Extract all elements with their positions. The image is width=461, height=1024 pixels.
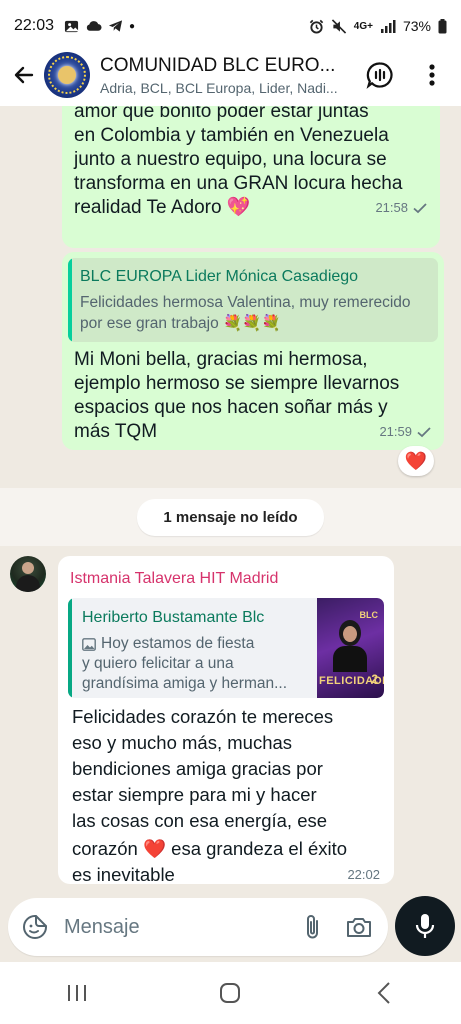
message-outgoing-reply[interactable]: BLC EUROPA Lider Mónica Casadiego Felici… [62,252,444,450]
signal-icon [380,20,396,33]
message-text: Mi Moni bella, gracias mi hermosa, [74,349,368,370]
status-time: 22:03 [14,17,55,34]
message-text: espacios que nos hacen soñar más y [74,397,388,418]
quoted-image-thumbnail: BLC FELICIDADES 2 [317,598,384,698]
chevron-left-icon [377,982,390,1004]
home-button[interactable] [200,968,260,1018]
message-text: esa grandeza el éxito [171,838,348,859]
message-text: corazón [72,838,138,859]
sticker-icon [23,915,47,939]
more-options-button[interactable] [414,57,450,93]
group-title: COMUNIDAD BLC EURO... [100,54,336,76]
message-incoming-reply[interactable]: Istmania Talavera HIT Madrid Heriberto B… [58,556,394,885]
telegram-icon [108,20,123,32]
unread-divider: 1 mensaje no leído [0,488,461,546]
paperclip-icon [307,915,318,939]
message-text: ejemplo hermoso se siempre llevarnos [74,373,400,394]
chat-area[interactable]: amor que bonito poder estar juntas en Co… [0,106,461,896]
message-composer [8,898,388,956]
battery-icon [438,18,447,33]
message-text: junto a nuestro equipo, una locura se [74,149,387,170]
system-nav-bar [0,962,461,1024]
message-text: bendiciones amiga gracias por [72,758,323,779]
group-members: Adria, BCL, BCL Europa, Lider, Nadi... [100,79,338,96]
group-avatar[interactable] [44,52,90,98]
message-text: es inevitable [72,864,175,885]
message-outgoing[interactable]: amor que bonito poder estar juntas en Co… [62,106,440,248]
sent-check-icon [413,203,427,214]
recent-apps-button[interactable] [47,968,107,1018]
notification-dot-icon: ● [129,20,136,32]
sent-check-icon [417,427,431,438]
message-text: eso y mucho más, muchas [72,732,293,753]
heart-emoji: ❤️ [142,838,167,859]
message-text: en Colombia y también en Venezuela [74,125,389,146]
message-reaction[interactable]: ❤️ [398,446,434,476]
message-text: más TQM [74,421,158,442]
thumb-brand: BLC [359,610,379,620]
chat-header-info[interactable]: COMUNIDAD BLC EURO... Adria, BCL, BCL Eu… [100,55,350,96]
message-input[interactable] [64,915,264,939]
attach-button[interactable] [298,912,328,942]
heart-emoji: 💖 [226,197,251,218]
quoted-message[interactable]: Heriberto Bustamante Blc Hoy estamos de … [68,598,384,698]
mute-icon [331,18,346,34]
quoted-text: grandísima amiga y herman... [82,675,288,692]
network-type: 4G+ [353,20,373,32]
sticker-button[interactable] [20,912,50,942]
chat-header: COMUNIDAD BLC EURO... Adria, BCL, BCL Eu… [0,44,461,106]
microphone-icon [415,914,435,938]
camera-button[interactable] [344,912,374,942]
gallery-icon [64,20,79,32]
message-text: transforma en una GRAN locura hecha [74,173,403,194]
home-icon [220,983,241,1003]
message-text: Felicidades corazón te mereces [72,706,334,727]
quoted-sender: BLC EUROPA Lider Mónica Casadiego [80,268,359,285]
more-vertical-icon [429,64,435,86]
message-text: las cosas con esa energía, ese [72,810,328,831]
message-time: 22:02 [347,867,380,882]
sender-avatar[interactable] [10,556,46,592]
quoted-sender: Heriberto Bustamante Blc [82,609,265,626]
quoted-message[interactable]: BLC EUROPA Lider Mónica Casadiego Felici… [68,258,438,342]
system-back-button[interactable] [354,968,414,1018]
camera-icon [347,918,371,937]
arrow-left-icon [14,66,34,84]
cloud-icon [86,21,102,31]
voice-record-button[interactable] [395,896,455,956]
flower-emojis: 💐💐💐 [223,315,281,332]
image-icon [82,637,96,651]
message-time: 21:59 [379,424,412,439]
sender-name[interactable]: Istmania Talavera HIT Madrid [70,566,384,592]
recent-apps-icon [67,985,86,1001]
quoted-text: Hoy estamos de fiesta [101,635,255,652]
thumb-number: 2 [371,672,378,686]
message-text: estar siempre para mi y hacer [72,784,317,805]
message-time: 21:58 [375,200,408,215]
quoted-text: y quiero felicitar a una [82,655,234,672]
message-text: realidad Te Adoro [74,197,222,218]
message-text: amor que bonito poder estar juntas [74,106,369,122]
alarm-icon [309,19,323,34]
voice-chat-icon [366,62,393,89]
unread-label: 1 mensaje no leído [137,498,324,536]
heart-reaction: ❤️ [404,450,428,471]
voice-chat-button[interactable] [362,57,398,93]
battery-percent: 73% [402,18,431,34]
back-button[interactable] [6,57,42,93]
